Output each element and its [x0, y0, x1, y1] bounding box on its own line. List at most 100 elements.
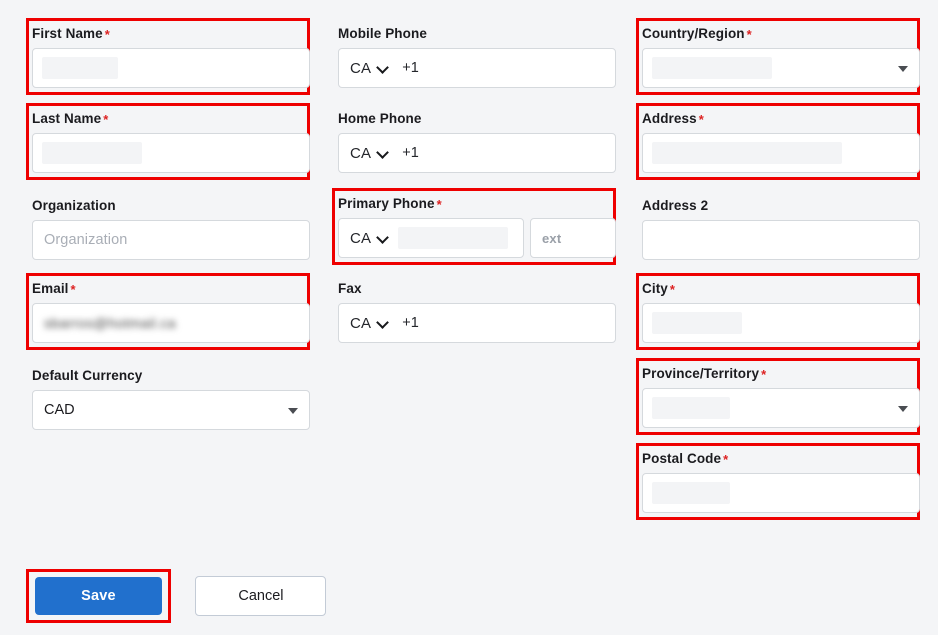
input-home_phone[interactable]: CA +1: [338, 133, 616, 173]
required-asterisk: *: [761, 367, 767, 382]
field-inner-postal_code: Postal Code *: [636, 443, 920, 520]
field-inner-default_currency: Default Currency CAD: [26, 360, 310, 437]
redacted-value-last_name: [42, 142, 142, 164]
required-asterisk: *: [436, 197, 442, 212]
value-default_currency: CAD: [44, 402, 75, 418]
field-primary_phone: Primary Phone * CA ext: [332, 188, 616, 265]
extension-placeholder: ext: [542, 230, 562, 246]
select-default_currency[interactable]: CAD: [32, 390, 310, 430]
field-default_currency: Default Currency CAD: [26, 360, 310, 437]
chevron-down-icon: [377, 147, 389, 159]
field-address: Address *: [636, 103, 920, 180]
required-asterisk: *: [70, 282, 76, 297]
input-last_name[interactable]: [32, 133, 310, 173]
label-province_territory: Province/Territory *: [642, 366, 767, 382]
masked-value-email: sbarros@hotmail.ca: [44, 315, 176, 331]
field-home_phone: Home Phone CA +1: [332, 103, 616, 180]
input-organization[interactable]: Organization: [32, 220, 310, 260]
required-asterisk: *: [723, 452, 729, 467]
country-code-selector-fax[interactable]: CA: [350, 315, 389, 332]
label-country_region: Country/Region *: [642, 26, 752, 42]
select-country_region[interactable]: [642, 48, 920, 88]
country-code-selector-primary_phone[interactable]: CA: [350, 230, 389, 247]
label-city: City *: [642, 281, 676, 297]
label-fax: Fax: [338, 281, 362, 296]
country-code-selector-mobile_phone[interactable]: CA: [350, 60, 389, 77]
label-email: Email *: [32, 281, 76, 297]
field-inner-primary_phone: Primary Phone * CA ext: [332, 188, 616, 265]
caret-down-icon: [288, 408, 298, 414]
phone-group-primary_phone: CA ext: [338, 218, 616, 258]
field-province_territory: Province/Territory *: [636, 358, 920, 435]
label-mobile_phone: Mobile Phone: [338, 26, 427, 41]
dial-code-fax: +1: [402, 315, 419, 331]
label-first_name: First Name *: [32, 26, 110, 42]
required-asterisk: *: [103, 112, 109, 127]
contact-form: First Name * Last Name * Organization Organiz…: [0, 0, 938, 635]
caret-down-icon: [898, 406, 908, 412]
label-postal_code: Postal Code *: [642, 451, 729, 467]
required-asterisk: *: [698, 112, 704, 127]
input-address[interactable]: [642, 133, 920, 173]
dial-code-home_phone: +1: [402, 145, 419, 161]
caret-down-icon: [898, 66, 908, 72]
input-mobile_phone[interactable]: CA +1: [338, 48, 616, 88]
chevron-down-icon: [377, 232, 389, 244]
redacted-value-address: [652, 142, 842, 164]
required-asterisk: *: [746, 27, 752, 42]
field-city: City *: [636, 273, 920, 350]
required-asterisk: *: [104, 27, 110, 42]
input-email[interactable]: sbarros@hotmail.ca: [32, 303, 310, 343]
input-first_name[interactable]: [32, 48, 310, 88]
chevron-down-icon: [377, 317, 389, 329]
label-default_currency: Default Currency: [32, 368, 143, 383]
country-code-selector-home_phone[interactable]: CA: [350, 145, 389, 162]
field-inner-email: Email * sbarros@hotmail.ca: [26, 273, 310, 350]
cancel-button[interactable]: Cancel: [195, 576, 327, 616]
select-province_territory[interactable]: [642, 388, 920, 428]
label-address: Address *: [642, 111, 704, 127]
field-inner-last_name: Last Name *: [26, 103, 310, 180]
field-fax: Fax CA +1: [332, 273, 616, 350]
extension-input-primary_phone[interactable]: ext: [530, 218, 616, 258]
redacted-value-postal_code: [652, 482, 730, 504]
field-country_region: Country/Region *: [636, 18, 920, 95]
field-inner-mobile_phone: Mobile Phone CA +1: [332, 18, 616, 95]
field-inner-country_region: Country/Region *: [636, 18, 920, 95]
save-button-highlight: Save: [26, 569, 171, 623]
field-inner-fax: Fax CA +1: [332, 273, 616, 350]
input-address_2[interactable]: [642, 220, 920, 260]
input-postal_code[interactable]: [642, 473, 920, 513]
input-fax[interactable]: CA +1: [338, 303, 616, 343]
field-last_name: Last Name *: [26, 103, 310, 180]
save-button[interactable]: Save: [35, 577, 162, 615]
label-last_name: Last Name *: [32, 111, 109, 127]
input-city[interactable]: [642, 303, 920, 343]
field-inner-city: City *: [636, 273, 920, 350]
placeholder-organization: Organization: [44, 232, 128, 248]
label-organization: Organization: [32, 198, 116, 213]
field-inner-province_territory: Province/Territory *: [636, 358, 920, 435]
field-mobile_phone: Mobile Phone CA +1: [332, 18, 616, 95]
label-primary_phone: Primary Phone *: [338, 196, 442, 212]
field-organization: Organization Organization: [26, 190, 310, 267]
field-inner-first_name: First Name *: [26, 18, 310, 95]
field-address_2: Address 2: [636, 190, 920, 267]
field-inner-address: Address *: [636, 103, 920, 180]
redacted-value-country_region: [652, 57, 772, 79]
required-asterisk: *: [669, 282, 676, 297]
dial-code-mobile_phone: +1: [402, 60, 419, 76]
label-address_2: Address 2: [642, 198, 709, 213]
redacted-value-city: [652, 312, 742, 334]
phone-input-primary_phone[interactable]: CA: [338, 218, 524, 258]
form-actions: Save Cancel: [26, 569, 327, 623]
redacted-value-primary_phone: [398, 227, 509, 249]
field-first_name: First Name *: [26, 18, 310, 95]
chevron-down-icon: [377, 62, 389, 74]
field-inner-organization: Organization Organization: [26, 190, 310, 267]
redacted-value-first_name: [42, 57, 118, 79]
label-home_phone: Home Phone: [338, 111, 422, 126]
field-postal_code: Postal Code *: [636, 443, 920, 520]
field-email: Email * sbarros@hotmail.ca: [26, 273, 310, 350]
field-inner-address_2: Address 2: [636, 190, 920, 267]
